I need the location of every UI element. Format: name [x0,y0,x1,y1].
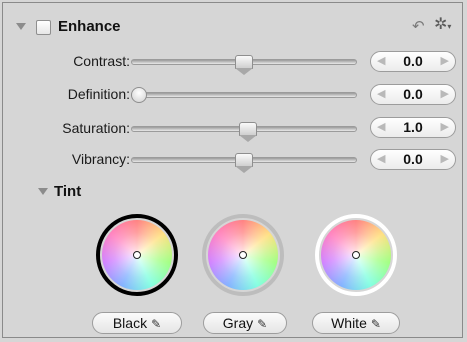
tint-disclosure-icon[interactable] [38,188,48,195]
gray-color-wheel[interactable] [208,220,278,290]
black-color-wheel[interactable] [102,220,172,290]
vibrancy-value[interactable]: 0.0 [389,151,437,167]
white-color-wheel[interactable] [321,220,391,290]
black-button-label: Black [112,315,148,331]
saturation-label: Saturation: [62,120,130,136]
decrement-arrow-icon[interactable]: ◀ [377,152,385,165]
tint-title: Tint [54,183,82,200]
contrast-value[interactable]: 0.0 [389,53,437,69]
increment-arrow-icon[interactable]: ▶ [441,87,449,100]
increment-arrow-icon[interactable]: ▶ [441,54,449,67]
undo-arrow-icon[interactable]: ↶ [412,19,425,34]
gray-eyedropper-button[interactable]: Gray ✎ [203,312,287,334]
definition-value[interactable]: 0.0 [389,86,437,102]
saturation-value[interactable]: 1.0 [389,119,437,135]
gear-menu-icon[interactable]: ✲▾ [434,17,451,33]
contrast-label: Contrast: [73,53,130,69]
eyedropper-icon: ✎ [151,317,162,331]
black-eyedropper-button[interactable]: Black ✎ [92,312,182,334]
wheel-center-dot[interactable] [352,251,360,259]
definition-slider-track[interactable] [131,92,357,98]
gray-button-label: Gray [222,315,254,331]
definition-slider-knob[interactable] [131,87,147,103]
white-eyedropper-button[interactable]: White ✎ [312,312,400,334]
enhance-checkbox[interactable] [36,20,51,35]
decrement-arrow-icon[interactable]: ◀ [377,120,385,133]
increment-arrow-icon[interactable]: ▶ [441,152,449,165]
definition-label: Definition: [67,86,130,102]
definition-stepper[interactable]: ◀ 0.0 ▶ [370,84,456,105]
saturation-stepper[interactable]: ◀ 1.0 ▶ [370,117,456,138]
increment-arrow-icon[interactable]: ▶ [441,120,449,133]
enhance-title: Enhance [58,18,121,35]
enhance-disclosure-icon[interactable] [16,23,26,30]
decrement-arrow-icon[interactable]: ◀ [377,87,385,100]
white-button-label: White [331,315,367,331]
wheel-center-dot[interactable] [133,251,141,259]
vibrancy-label: Vibrancy: [71,151,130,167]
eyedropper-icon: ✎ [370,317,381,331]
wheel-center-dot[interactable] [239,251,247,259]
contrast-stepper[interactable]: ◀ 0.0 ▶ [370,51,456,72]
vibrancy-stepper[interactable]: ◀ 0.0 ▶ [370,149,456,170]
decrement-arrow-icon[interactable]: ◀ [377,54,385,67]
eyedropper-icon: ✎ [257,317,268,331]
